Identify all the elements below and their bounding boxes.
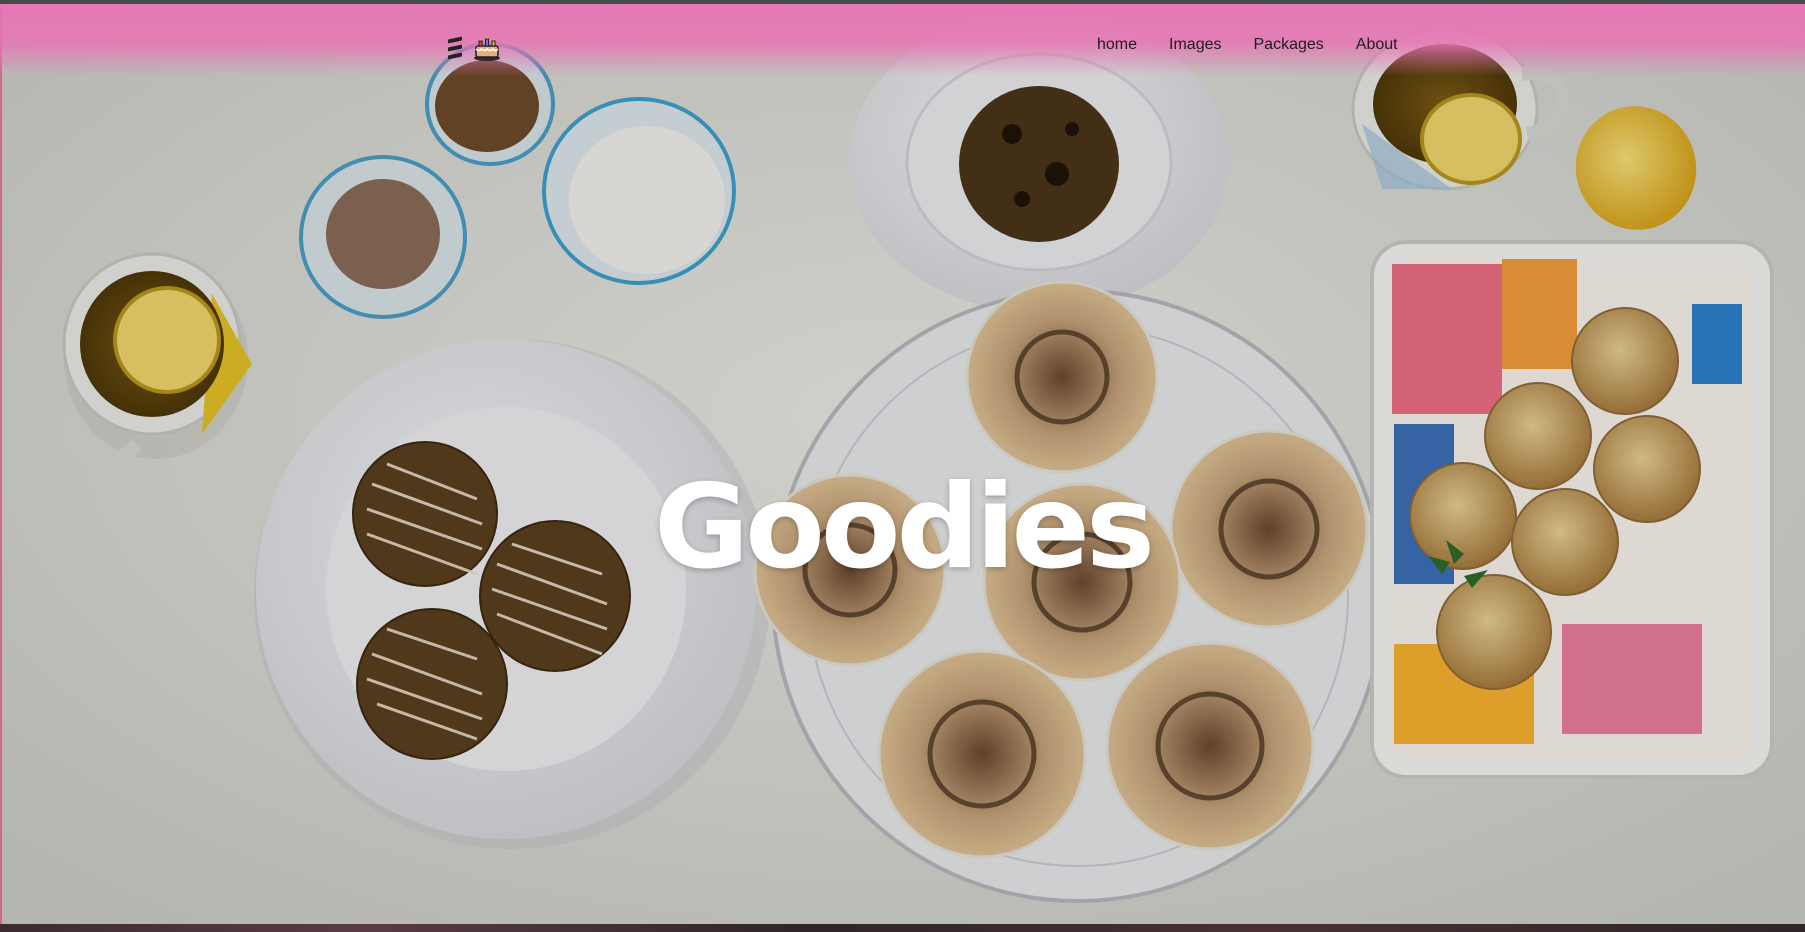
nav-link-packages[interactable]: Packages: [1254, 36, 1324, 54]
next-section-preview: [0, 924, 1805, 932]
nav-link-images[interactable]: Images: [1169, 36, 1221, 54]
hero-title: Goodies: [653, 459, 1155, 595]
cake-icon: [474, 36, 500, 61]
nav-link-home[interactable]: home: [1097, 36, 1137, 54]
page: home Images Packages About Goodies: [0, 0, 1805, 932]
nav-links: home Images Packages About: [1097, 36, 1398, 54]
menu-icon[interactable]: [448, 36, 462, 60]
brand[interactable]: [448, 32, 512, 64]
nav-link-about[interactable]: About: [1356, 36, 1398, 54]
navbar: home Images Packages About: [0, 4, 1805, 76]
